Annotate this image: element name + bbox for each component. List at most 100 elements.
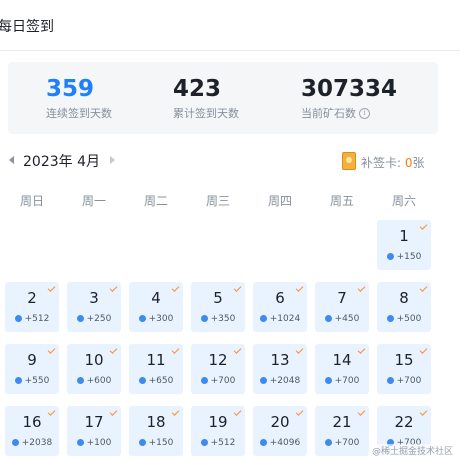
calendar-day[interactable]: 4 +300 bbox=[129, 282, 183, 332]
calendar-day[interactable]: 1 +150 bbox=[377, 220, 431, 270]
day-number: 1 bbox=[399, 227, 409, 245]
day-number: 12 bbox=[208, 351, 228, 369]
weekday-label: 周一 bbox=[81, 194, 106, 208]
chevron-right-icon[interactable] bbox=[110, 156, 115, 164]
watermark: @稀土掘金技术社区 bbox=[372, 444, 454, 457]
stats-panel: 359 连续签到天数 423 累计签到天数 307334 当前矿石数 i bbox=[8, 62, 438, 134]
weekday-label: 周日 bbox=[19, 194, 44, 208]
day-reward: +550 bbox=[5, 376, 59, 386]
reward-amount: +500 bbox=[396, 314, 422, 324]
mineral-gem-icon bbox=[76, 439, 84, 446]
calendar-day[interactable]: 14 +700 bbox=[315, 344, 369, 394]
reward-amount: +4096 bbox=[269, 438, 301, 448]
weekday-label: 周五 bbox=[329, 194, 354, 208]
calendar-day[interactable]: 11 +650 bbox=[129, 344, 183, 394]
reward-amount: +512 bbox=[24, 314, 50, 324]
makeup-card-label: 补签卡: 0张 bbox=[361, 156, 425, 170]
day-reward: +650 bbox=[129, 376, 183, 386]
reward-amount: +600 bbox=[86, 376, 112, 386]
day-reward: +2038 bbox=[5, 438, 59, 448]
day-number: 16 bbox=[22, 413, 42, 431]
calendar-day[interactable]: 20 +4096 bbox=[253, 406, 307, 456]
mineral-gem-icon bbox=[200, 439, 208, 446]
day-number: 2 bbox=[27, 289, 37, 307]
mineral-gem-icon bbox=[259, 377, 267, 384]
mineral-gem-icon bbox=[138, 315, 146, 322]
reward-amount: +2048 bbox=[269, 376, 301, 386]
mineral-gem-icon bbox=[386, 253, 394, 260]
day-number: 9 bbox=[27, 351, 37, 369]
mineral-gem-icon bbox=[14, 377, 22, 384]
day-number: 11 bbox=[146, 351, 166, 369]
calendar-day[interactable]: 5 +350 bbox=[191, 282, 245, 332]
header: 每日签到 bbox=[0, 0, 460, 51]
weekday-label: 周四 bbox=[267, 194, 292, 208]
day-number: 14 bbox=[332, 351, 352, 369]
stat-streak: 359 连续签到天数 bbox=[46, 76, 112, 121]
reward-amount: +700 bbox=[396, 376, 422, 386]
reward-amount: +150 bbox=[148, 438, 174, 448]
reward-amount: +250 bbox=[86, 314, 112, 324]
makeup-card-icon bbox=[342, 152, 356, 170]
chevron-left-icon[interactable] bbox=[9, 156, 14, 164]
calendar-day[interactable]: 6 +1024 bbox=[253, 282, 307, 332]
day-number: 13 bbox=[270, 351, 290, 369]
mineral-gem-icon bbox=[200, 315, 208, 322]
day-number: 3 bbox=[89, 289, 99, 307]
calendar-day[interactable]: 10 +600 bbox=[67, 344, 121, 394]
day-number: 15 bbox=[394, 351, 414, 369]
day-number: 20 bbox=[270, 413, 290, 431]
mineral-gem-icon bbox=[138, 439, 146, 446]
day-number: 10 bbox=[84, 351, 104, 369]
stat-label: 连续签到天数 bbox=[46, 107, 112, 120]
calendar-day[interactable]: 15 +700 bbox=[377, 344, 431, 394]
mineral-gem-icon bbox=[11, 439, 19, 446]
calendar-day[interactable]: 12 +700 bbox=[191, 344, 245, 394]
day-reward: +4096 bbox=[253, 438, 307, 448]
stat-ore: 307334 当前矿石数 i bbox=[301, 76, 397, 121]
reward-amount: +650 bbox=[148, 376, 174, 386]
day-reward: +600 bbox=[67, 376, 121, 386]
calendar-day[interactable]: 2 +512 bbox=[5, 282, 59, 332]
calendar-day[interactable]: 7 +450 bbox=[315, 282, 369, 332]
day-number: 18 bbox=[146, 413, 166, 431]
day-number: 6 bbox=[275, 289, 285, 307]
day-reward: +500 bbox=[377, 314, 431, 324]
calendar-day[interactable]: 17 +100 bbox=[67, 406, 121, 456]
calendar-day[interactable]: 8 +500 bbox=[377, 282, 431, 332]
day-number: 7 bbox=[337, 289, 347, 307]
stat-total: 423 累计签到天数 bbox=[173, 76, 239, 121]
mineral-gem-icon bbox=[259, 315, 267, 322]
day-reward: +450 bbox=[315, 314, 369, 324]
calendar-day[interactable]: 21 +700 bbox=[315, 406, 369, 456]
day-reward: +150 bbox=[377, 252, 431, 262]
calendar-day[interactable]: 16 +2038 bbox=[5, 406, 59, 456]
day-number: 8 bbox=[399, 289, 409, 307]
calendar-day[interactable]: 9 +550 bbox=[5, 344, 59, 394]
day-reward: +512 bbox=[5, 314, 59, 324]
reward-amount: +300 bbox=[148, 314, 174, 324]
calendar-day[interactable]: 3 +250 bbox=[67, 282, 121, 332]
day-reward: +350 bbox=[191, 314, 245, 324]
day-number: 17 bbox=[84, 413, 104, 431]
day-reward: +700 bbox=[315, 438, 369, 448]
reward-amount: +100 bbox=[86, 438, 112, 448]
day-reward: +300 bbox=[129, 314, 183, 324]
stat-value: 359 bbox=[46, 76, 95, 102]
month-label: 2023年 4月 bbox=[23, 154, 100, 170]
weekday-label: 周三 bbox=[205, 194, 230, 208]
mineral-gem-icon bbox=[386, 315, 394, 322]
day-number: 5 bbox=[213, 289, 223, 307]
month-bar: 2023年 4月 补签卡: 0张 bbox=[0, 150, 460, 174]
reward-amount: +2038 bbox=[21, 438, 53, 448]
info-icon[interactable]: i bbox=[359, 107, 370, 119]
mineral-gem-icon bbox=[138, 377, 146, 384]
reward-amount: +512 bbox=[210, 438, 236, 448]
calendar-day[interactable]: 13 +2048 bbox=[253, 344, 307, 394]
day-reward: +100 bbox=[67, 438, 121, 448]
calendar-day[interactable]: 18 +150 bbox=[129, 406, 183, 456]
day-reward: +700 bbox=[191, 376, 245, 386]
calendar-day[interactable]: 19 +512 bbox=[191, 406, 245, 456]
reward-amount: +1024 bbox=[269, 314, 301, 324]
mineral-gem-icon bbox=[324, 377, 332, 384]
